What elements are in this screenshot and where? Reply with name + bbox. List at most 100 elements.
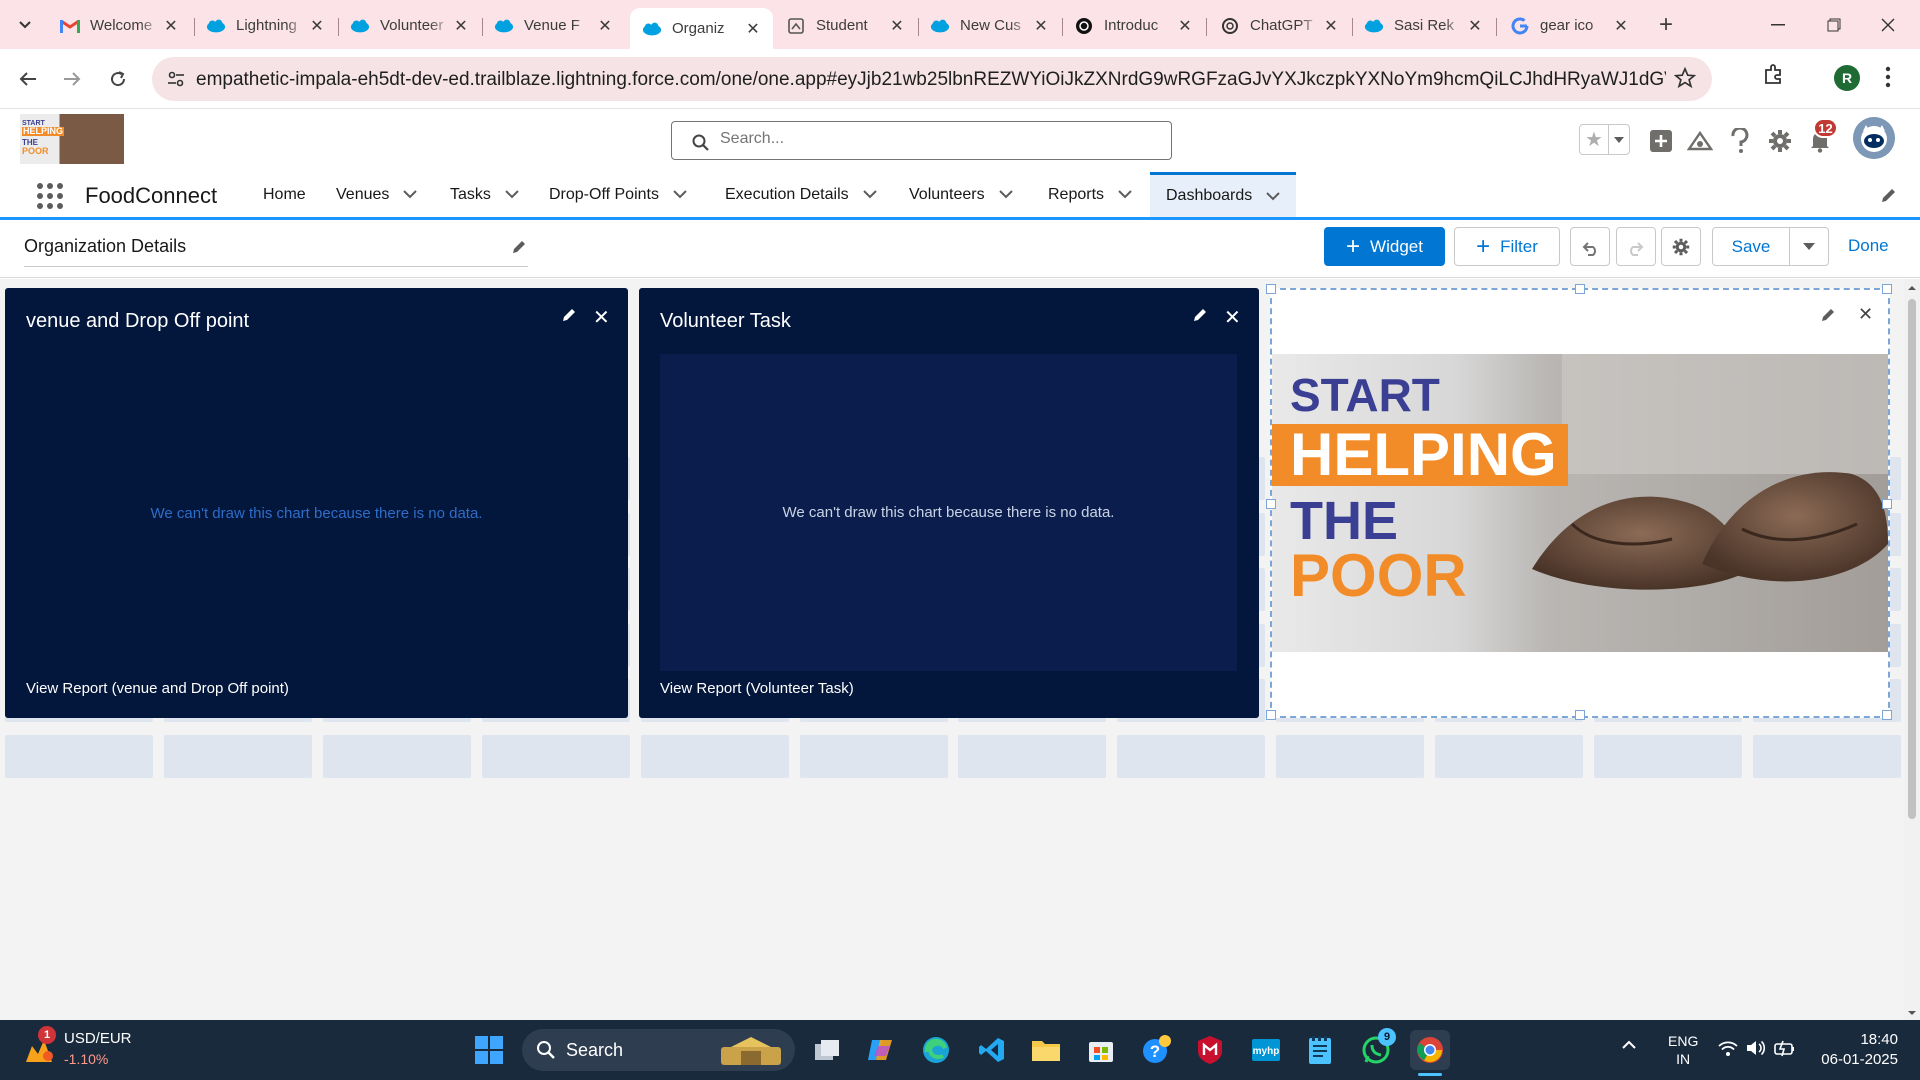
browser-tab[interactable]: Sasi Rek ✕	[1352, 8, 1495, 43]
resize-handle[interactable]	[1882, 499, 1892, 509]
browser-tab-active[interactable]: Organiz ✕	[630, 8, 773, 49]
nav-item-dashboards[interactable]: Dashboards	[1150, 172, 1297, 217]
battery-icon[interactable]	[1774, 1039, 1796, 1057]
image-widget[interactable]: ✕ START HELPING THE POOR	[1266, 284, 1892, 720]
app-launcher-icon[interactable]	[37, 183, 63, 209]
edit-widget-icon[interactable]	[562, 306, 578, 322]
site-info-icon[interactable]	[162, 65, 190, 93]
chrome-icon[interactable]	[1410, 1030, 1450, 1076]
save-button[interactable]: Save	[1712, 227, 1790, 266]
view-report-link[interactable]: View Report (venue and Drop Off point)	[26, 680, 289, 697]
nav-item-execution-details[interactable]: Execution Details	[725, 172, 877, 217]
scrollbar-thumb[interactable]	[1908, 299, 1916, 819]
global-actions-button[interactable]	[1646, 126, 1676, 156]
nav-item-venues[interactable]: Venues	[336, 172, 418, 217]
done-button[interactable]: Done	[1848, 236, 1889, 256]
address-bar[interactable]: empathetic-impala-eh5dt-dev-ed.trailblaz…	[152, 57, 1712, 101]
tab-close-icon[interactable]: ✕	[1031, 16, 1051, 36]
forward-button[interactable]	[56, 63, 88, 95]
weather-widget-icon[interactable]: 1	[22, 1026, 56, 1066]
notepad-icon[interactable]	[1300, 1030, 1340, 1070]
favorites-button-group[interactable]: ★	[1579, 124, 1630, 155]
back-button[interactable]	[12, 63, 44, 95]
maximize-button[interactable]	[1814, 10, 1854, 40]
new-tab-button[interactable]: +	[1651, 10, 1681, 40]
tab-close-icon[interactable]: ✕	[307, 16, 327, 36]
dashboard-name-field[interactable]: Organization Details	[24, 234, 528, 267]
browser-menu-icon[interactable]	[1885, 66, 1891, 88]
vscode-icon[interactable]	[972, 1030, 1012, 1070]
remove-widget-icon[interactable]: ✕	[593, 305, 610, 330]
reload-button[interactable]	[102, 63, 134, 95]
edit-widget-icon[interactable]	[1821, 306, 1837, 322]
browser-tab[interactable]: Lightning ✕	[194, 8, 337, 43]
mcafee-icon[interactable]	[1190, 1030, 1230, 1070]
wifi-icon[interactable]	[1718, 1040, 1738, 1056]
show-hidden-icons-button[interactable]	[1622, 1040, 1636, 1049]
global-search[interactable]	[671, 121, 1172, 160]
file-explorer-icon[interactable]	[1026, 1030, 1066, 1070]
browser-profile-avatar[interactable]: R	[1834, 65, 1860, 91]
favorite-star-icon[interactable]: ★	[1580, 125, 1608, 154]
start-button[interactable]	[469, 1030, 509, 1070]
browser-tab[interactable]: Welcome ✕	[48, 8, 191, 43]
tab-close-icon[interactable]: ✕	[743, 19, 763, 39]
resize-handle[interactable]	[1882, 284, 1892, 294]
search-input[interactable]	[720, 130, 1140, 148]
browser-tab[interactable]: gear ico ✕	[1498, 8, 1641, 43]
setup-button[interactable]	[1765, 126, 1795, 156]
whatsapp-icon[interactable]: 9	[1356, 1028, 1396, 1070]
copilot-icon[interactable]	[861, 1030, 901, 1070]
tab-close-icon[interactable]: ✕	[595, 16, 615, 36]
dashboard-properties-button[interactable]	[1661, 227, 1701, 266]
edge-browser-icon[interactable]	[916, 1030, 956, 1070]
dashboard-widget[interactable]: venue and Drop Off point ✕ We can't draw…	[5, 288, 628, 718]
remove-widget-icon[interactable]: ✕	[1224, 305, 1241, 330]
undo-button[interactable]	[1570, 227, 1610, 266]
volume-icon[interactable]	[1746, 1040, 1766, 1056]
task-view-icon[interactable]	[807, 1030, 847, 1070]
nav-item-tasks[interactable]: Tasks	[450, 172, 519, 217]
favorites-list-button[interactable]	[1608, 125, 1629, 154]
browser-tab[interactable]: Student ✕	[774, 8, 917, 43]
resize-handle[interactable]	[1575, 284, 1585, 294]
close-window-button[interactable]	[1868, 10, 1908, 40]
browser-tab[interactable]: Volunteer ✕	[338, 8, 481, 43]
edit-nav-items-icon[interactable]	[1880, 186, 1898, 204]
remove-widget-icon[interactable]: ✕	[1858, 304, 1873, 325]
browser-tab[interactable]: Introduc ✕	[1062, 8, 1205, 43]
browser-tab[interactable]: Venue F ✕	[482, 8, 625, 43]
stock-symbol[interactable]: USD/EUR	[64, 1030, 132, 1047]
add-filter-button[interactable]: + Filter	[1454, 227, 1560, 266]
tab-close-icon[interactable]: ✕	[161, 16, 181, 36]
myhp-icon[interactable]: myhp	[1246, 1030, 1286, 1070]
tab-search-button[interactable]	[10, 10, 40, 40]
taskbar-search[interactable]: Search	[522, 1029, 795, 1071]
nav-item-drop-off-points[interactable]: Drop-Off Points	[549, 172, 687, 217]
redo-button[interactable]	[1616, 227, 1656, 266]
resize-handle[interactable]	[1266, 710, 1276, 720]
browser-tab[interactable]: New Cus ✕	[918, 8, 1061, 43]
save-options-button[interactable]	[1789, 227, 1829, 266]
org-logo[interactable]: START HELPING THE POOR	[20, 114, 124, 164]
edit-widget-icon[interactable]	[1193, 306, 1209, 322]
resize-handle[interactable]	[1882, 710, 1892, 720]
tab-close-icon[interactable]: ✕	[451, 16, 471, 36]
add-widget-button[interactable]: + Widget	[1324, 227, 1445, 266]
tab-close-icon[interactable]: ✕	[1611, 16, 1631, 36]
microsoft-store-icon[interactable]	[1081, 1030, 1121, 1070]
page-scrollbar[interactable]	[1904, 279, 1920, 1020]
help-button[interactable]	[1725, 126, 1755, 156]
browser-tab[interactable]: ChatGPT ✕	[1208, 8, 1351, 43]
tab-close-icon[interactable]: ✕	[1321, 16, 1341, 36]
resize-handle[interactable]	[1266, 284, 1276, 294]
tab-close-icon[interactable]: ✕	[1465, 16, 1485, 36]
extensions-icon[interactable]	[1763, 63, 1785, 85]
tab-close-icon[interactable]: ✕	[887, 16, 907, 36]
bookmark-star-icon[interactable]	[1674, 67, 1696, 89]
system-clock[interactable]: 18:40 06-01-2025	[1818, 1030, 1898, 1070]
resize-handle[interactable]	[1575, 710, 1585, 720]
nav-item-home[interactable]: Home	[263, 172, 306, 217]
pencil-icon[interactable]	[512, 238, 528, 254]
nav-item-volunteers[interactable]: Volunteers	[909, 172, 1013, 217]
